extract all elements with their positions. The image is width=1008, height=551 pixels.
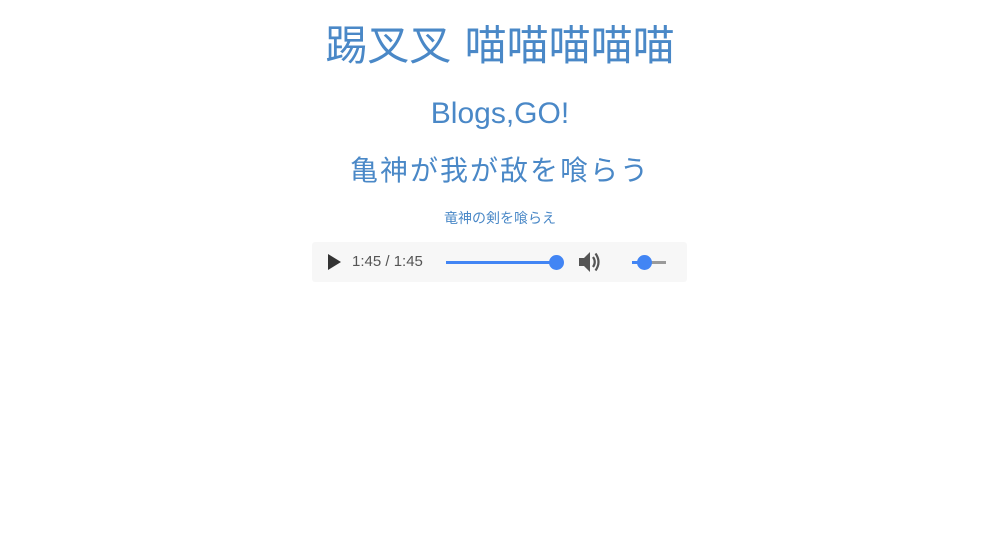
volume-thumb[interactable]	[637, 255, 652, 270]
time-display: 1:45 / 1:45	[352, 253, 423, 270]
seek-fill	[446, 261, 556, 264]
play-icon	[328, 254, 341, 270]
tagline-small: 竜神の剣を喰らえ	[444, 211, 556, 227]
seek-slider[interactable]	[446, 252, 564, 272]
play-button[interactable]	[324, 252, 344, 272]
volume-button[interactable]	[576, 249, 604, 275]
page-title: 踢叉叉 喵喵喵喵喵	[325, 21, 675, 70]
volume-slider[interactable]	[632, 252, 666, 272]
tagline: 亀神が我が敌を喰らう	[349, 154, 650, 187]
speaker-icon	[579, 252, 600, 272]
page-subtitle: Blogs,GO!	[430, 97, 570, 130]
seek-thumb[interactable]	[549, 255, 564, 270]
page: 踢叉叉 喵喵喵喵喵 Blogs,GO! 亀神が我が敌を喰らう 竜神の剣を喰らえ …	[0, 0, 1008, 551]
audio-player: 1:45 / 1:45	[312, 242, 687, 282]
